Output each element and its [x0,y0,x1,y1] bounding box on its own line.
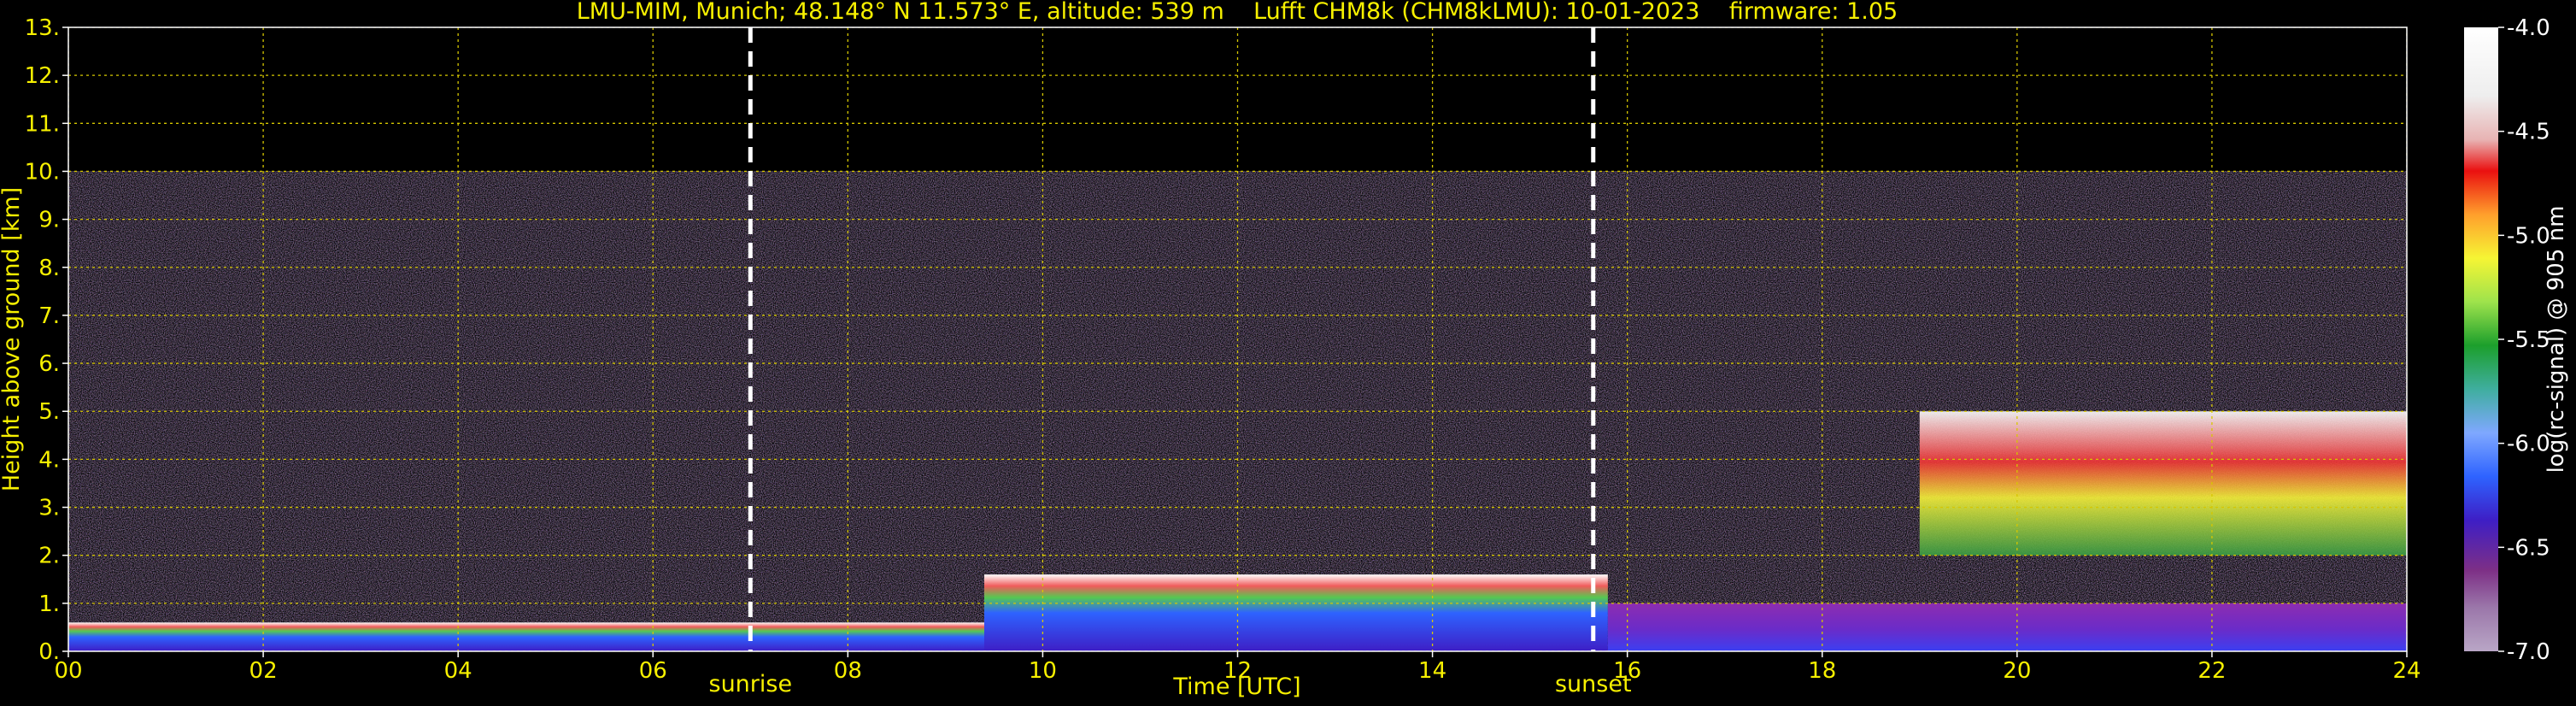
y-tick-label: 4. [38,447,60,473]
y-tick-label: 9. [38,208,60,233]
y-tick-label: 10. [25,159,60,185]
y-tick-label: 8. [38,256,60,281]
y-tick-label: 0. [38,639,60,665]
y-axis-label: Height above ground [km] [0,187,25,491]
sunset-label: sunset [1555,671,1632,697]
ceilometer-chart: 00 02 04 06 08 10 12 14 16 18 20 22 240.1.2.3.4.5.6.… [0,0,2569,700]
plot-area [68,27,2407,651]
x-axis-label: Time [UTC] [1172,674,1300,700]
y-tick-label: 1. [38,591,60,617]
x-tick-label: 22 [2198,658,2226,684]
colorbar: log(rc-signal) @ 905 nm -4.0-4.5-5.0-5.5… [2464,15,2569,665]
colorbar-tick-label: -4.0 [2507,15,2550,41]
x-tick-label: 14 [1418,658,1446,684]
y-tick-label: 11. [25,111,60,137]
boundary-layer [983,574,1608,651]
x-tick-label: 04 [444,658,472,684]
y-tick-label: 3. [38,496,60,521]
colorbar-tick-label: -6.5 [2507,535,2550,561]
colorbar-tick-label: -7.0 [2507,639,2550,665]
y-tick-label: 13. [25,15,60,41]
colorbar-tick-label: -6.0 [2507,432,2550,457]
cloud-layer [1919,411,2407,556]
y-tick-label: 12. [25,63,60,89]
y-tick-label: 5. [38,399,60,425]
y-tick-label: 2. [38,544,60,569]
residual-layer [1607,603,2407,651]
sunrise-label: sunrise [709,671,793,697]
colorbar-scale [2464,27,2498,651]
colorbar-tick-label: -4.5 [2507,120,2550,145]
x-tick-label: 24 [2392,658,2421,684]
ceilometer-figure: 00 02 04 06 08 10 12 14 16 18 20 22 24 0. 1. 2. 3. 4. 5. 6.… [0,0,2576,706]
chart-title: LMU-MIM, Munich; 48.148° N 11.573° E, al… [577,0,1898,25]
y-tick-label: 7. [38,303,60,329]
x-tick-label: 20 [2003,658,2031,684]
colorbar-tick-label: -5.5 [2507,327,2550,353]
boundary-layer [68,622,984,651]
y-tick-label: 6. [38,351,60,377]
x-tick-label: 06 [639,658,667,684]
x-tick-label: 02 [249,658,278,684]
x-tick-label: 18 [1808,658,1836,684]
x-tick-label: 08 [834,658,862,684]
colorbar-tick-label: -5.0 [2507,223,2550,249]
x-tick-label: 10 [1029,658,1057,684]
